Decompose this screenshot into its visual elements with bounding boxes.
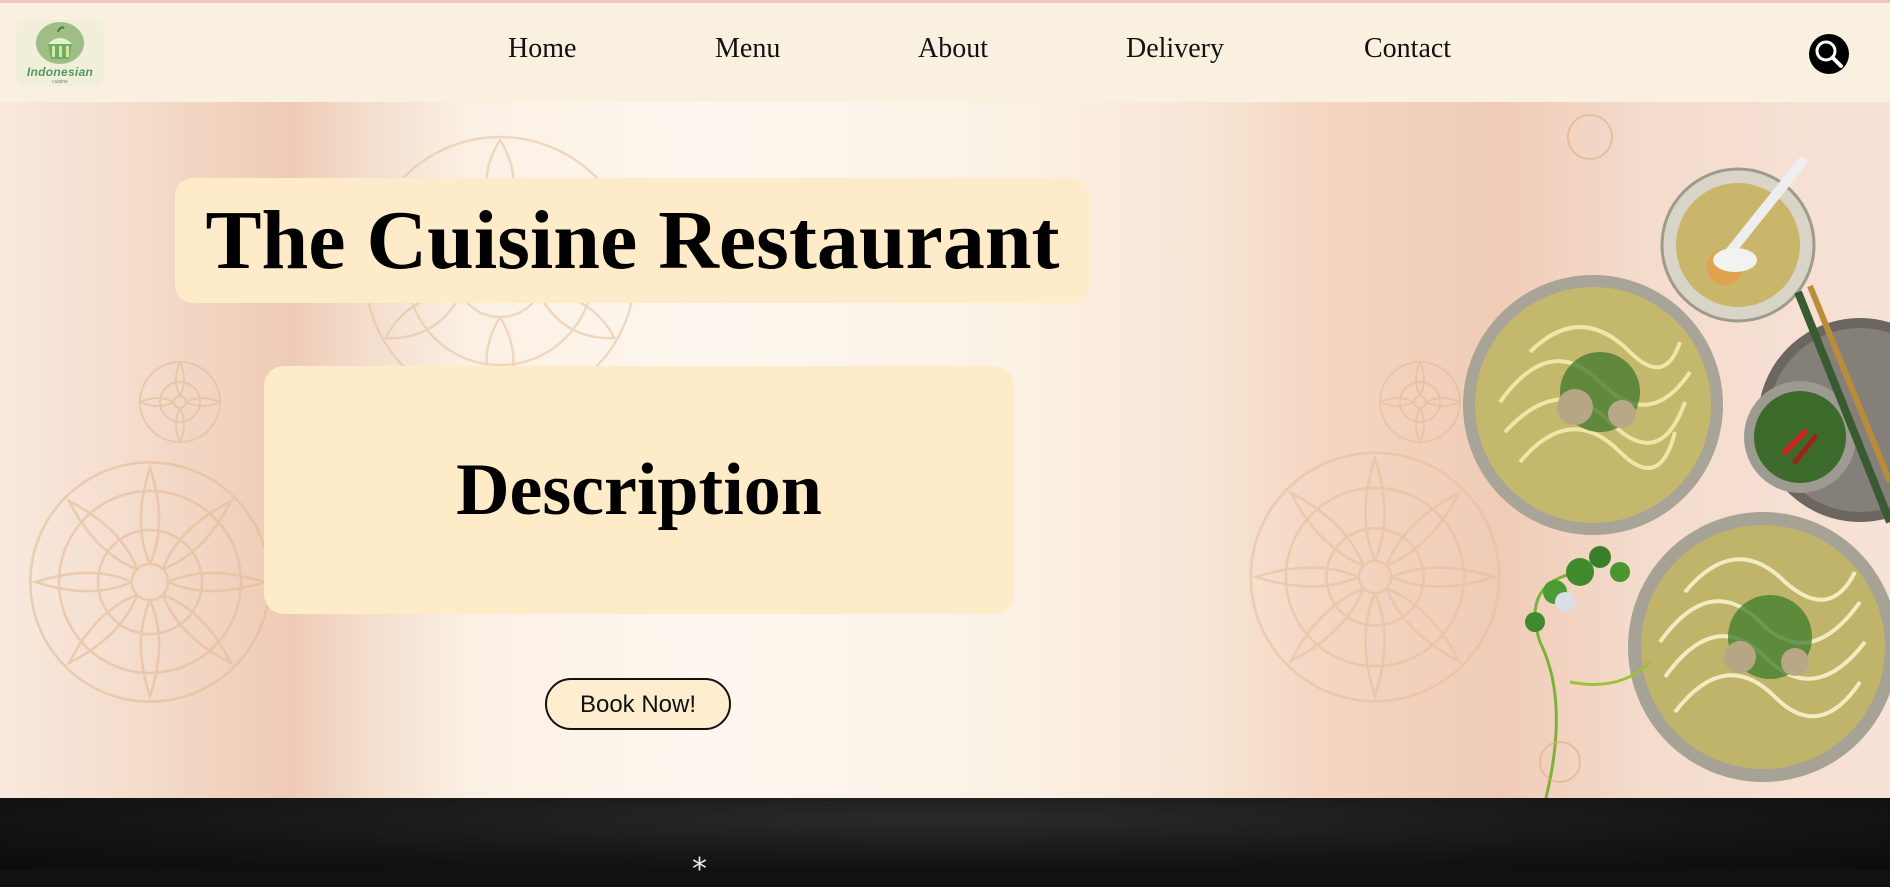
brand-logo[interactable]: Indonesian cuisine (16, 20, 104, 86)
hero-section: The Cuisine Restaurant Description Book … (0, 102, 1890, 798)
decorative-asterisk: * (692, 852, 707, 887)
search-button[interactable] (1809, 34, 1849, 74)
broth-bowl-icon (1660, 157, 1816, 323)
noodle-bowl-icon (1628, 512, 1890, 782)
noodle-bowls-image (1463, 114, 1890, 798)
logo-subtext: cuisine (52, 79, 68, 85)
navbar: Indonesian cuisine Home Menu About Deliv… (0, 3, 1890, 102)
nav-about[interactable]: About (918, 33, 988, 65)
search-icon (1815, 40, 1843, 68)
nav-menu[interactable]: Menu (715, 33, 780, 65)
description-panel: Description (264, 366, 1014, 614)
logo-text: Indonesian (26, 65, 94, 79)
nav-contact[interactable]: Contact (1364, 33, 1451, 65)
noodle-bowl-icon (1463, 275, 1723, 535)
hero-title: The Cuisine Restaurant (205, 194, 1060, 287)
description-text: Description (456, 449, 822, 531)
mandala-decoration (137, 359, 223, 445)
mandala-decoration (29, 461, 271, 703)
book-now-button[interactable]: Book Now! (545, 678, 731, 730)
logo-emblem-icon (36, 22, 84, 64)
next-section-band (0, 798, 1890, 869)
hero-title-panel: The Cuisine Restaurant (175, 178, 1090, 303)
nav-delivery[interactable]: Delivery (1126, 33, 1224, 65)
nav-home[interactable]: Home (508, 33, 576, 65)
mandala-decoration (1377, 359, 1463, 445)
